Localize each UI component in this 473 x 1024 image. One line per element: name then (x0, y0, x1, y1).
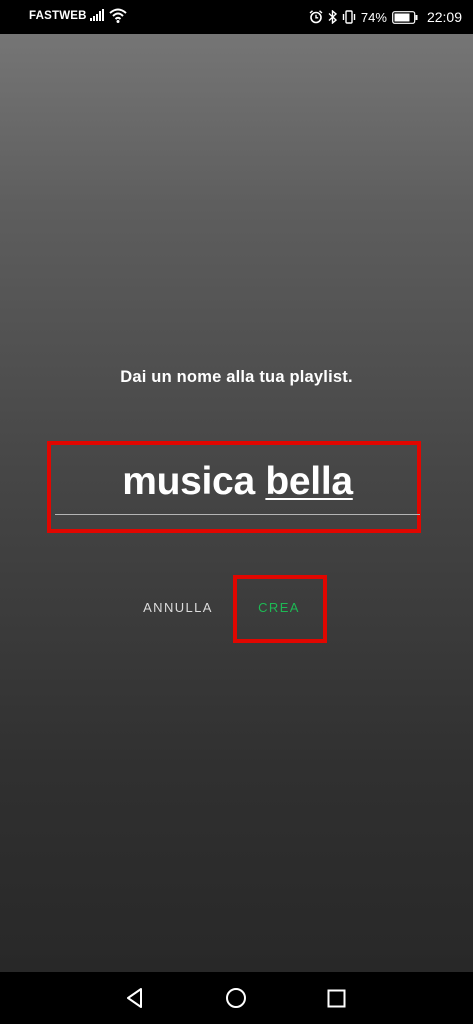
navigation-bar (0, 972, 473, 1024)
create-button[interactable]: CREA (245, 598, 313, 618)
name-input-text-part1: musica (122, 460, 255, 503)
carrier-label: FASTWEB (29, 10, 87, 22)
name-input-underline (55, 514, 420, 515)
signal-icon (90, 9, 104, 21)
status-bar: FASTWEB 74% 22:09 (0, 0, 473, 34)
cancel-button[interactable]: ANNULLA (136, 598, 220, 618)
alarm-icon (309, 10, 323, 24)
battery-percent: 74% (360, 9, 387, 25)
bluetooth-icon (328, 10, 337, 24)
battery-icon (392, 10, 418, 24)
home-icon[interactable] (225, 987, 247, 1009)
playlist-name-input[interactable]: musica bella (55, 449, 420, 515)
vibrate-icon (342, 10, 356, 24)
name-input-text-part2: bella (265, 460, 353, 503)
clock: 22:09 (426, 9, 462, 25)
create-playlist-screen: FASTWEB 74% 22:09 Dai un nome alla tua p… (0, 0, 473, 1024)
status-icons: 74% 22:09 (309, 8, 462, 26)
back-icon[interactable] (124, 987, 146, 1009)
recents-icon[interactable] (327, 989, 346, 1008)
dialog-title: Dai un nome alla tua playlist. (120, 368, 353, 386)
wifi-icon (109, 8, 127, 23)
